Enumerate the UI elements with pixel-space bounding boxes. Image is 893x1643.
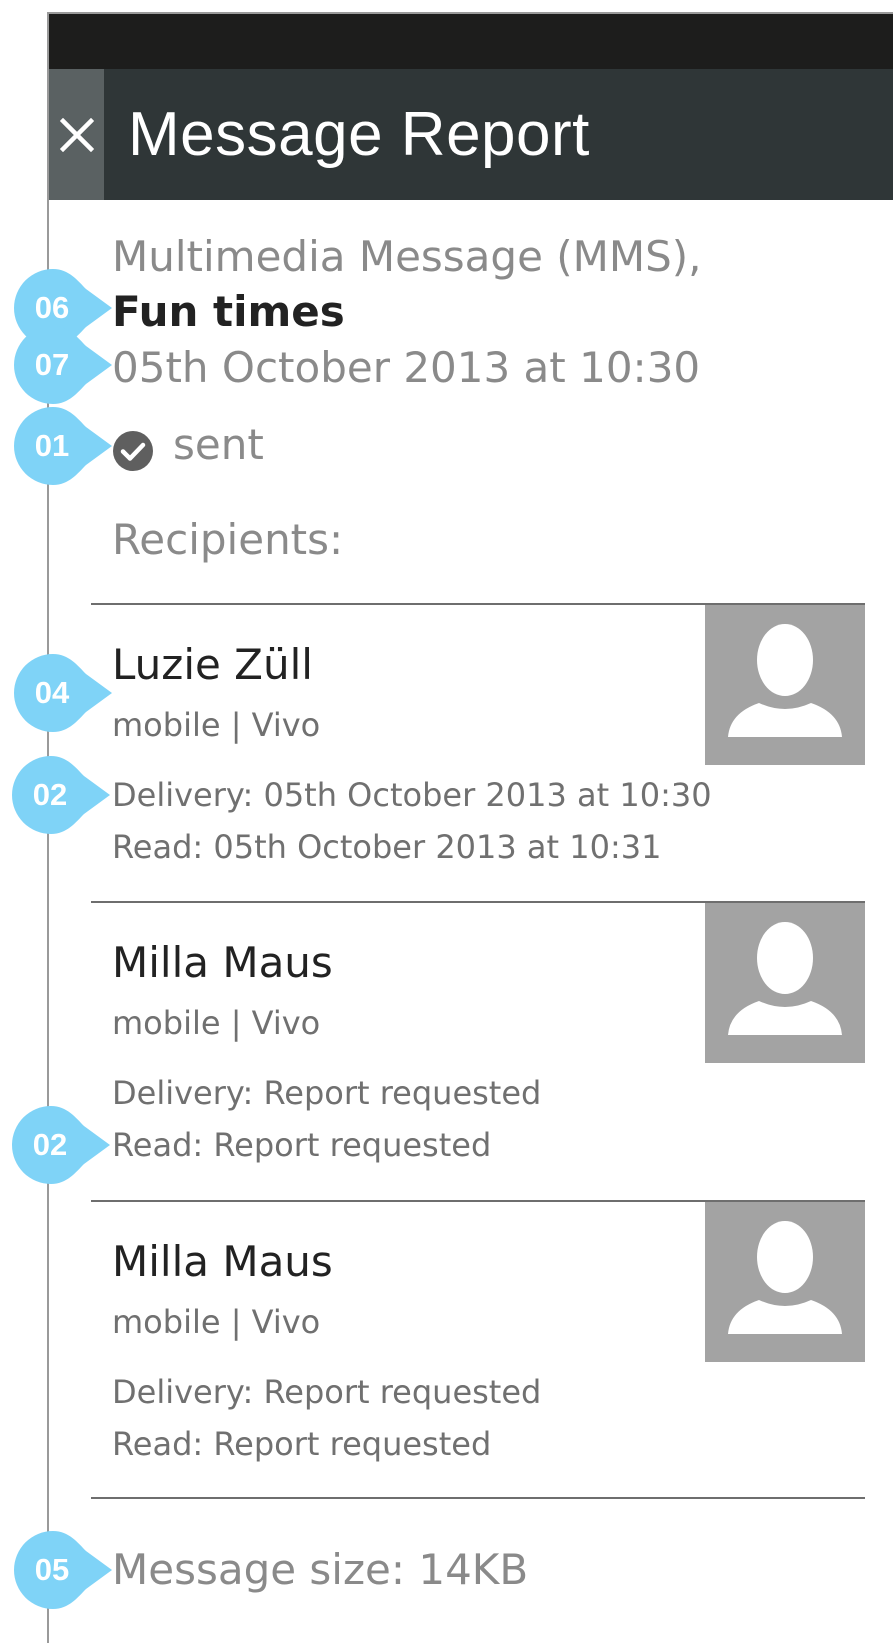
recipient-name: Luzie Züll [112,640,313,689]
annotation-badge: 01 [14,407,112,485]
avatar [705,605,865,765]
status-label: sent [173,420,264,469]
read-status: Read: Report requested [112,1126,492,1164]
annotation-badge: 02 [12,756,110,834]
close-button[interactable] [49,69,104,200]
person-icon [728,624,842,737]
check-circle-icon [113,431,153,471]
annotation-badge: 05 [14,1531,112,1609]
annotation-badge: 07 [14,326,112,404]
recipient-info: mobile | Vivo [112,1303,321,1341]
message-size: Message size: 14KB [112,1545,529,1594]
delivery-status: Delivery: 05th October 2013 at 10:30 [112,776,712,814]
close-icon [59,117,94,152]
message-date: 05th October 2013 at 10:30 [112,343,701,392]
annotation-badge: 04 [14,654,112,732]
page-title: Message Report [128,100,590,169]
message-subject: Fun times [112,287,345,336]
read-status: Read: 05th October 2013 at 10:31 [112,828,662,866]
recipients-label: Recipients: [112,515,344,564]
avatar [705,903,865,1063]
read-status: Read: Report requested [112,1425,492,1463]
person-icon [728,1221,842,1334]
recipient-info: mobile | Vivo [112,1004,321,1042]
divider [91,1497,865,1499]
app-header: Message Report [49,69,893,200]
recipient-info: mobile | Vivo [112,706,321,744]
status-bar [49,14,893,69]
person-icon [728,922,842,1035]
delivery-status: Delivery: Report requested [112,1373,542,1411]
recipient-name: Milla Maus [112,938,333,987]
message-type: Multimedia Message (MMS), [112,232,702,281]
recipient-name: Milla Maus [112,1237,333,1286]
delivery-status: Delivery: Report requested [112,1074,542,1112]
annotation-badge: 02 [12,1106,110,1184]
avatar [705,1202,865,1362]
